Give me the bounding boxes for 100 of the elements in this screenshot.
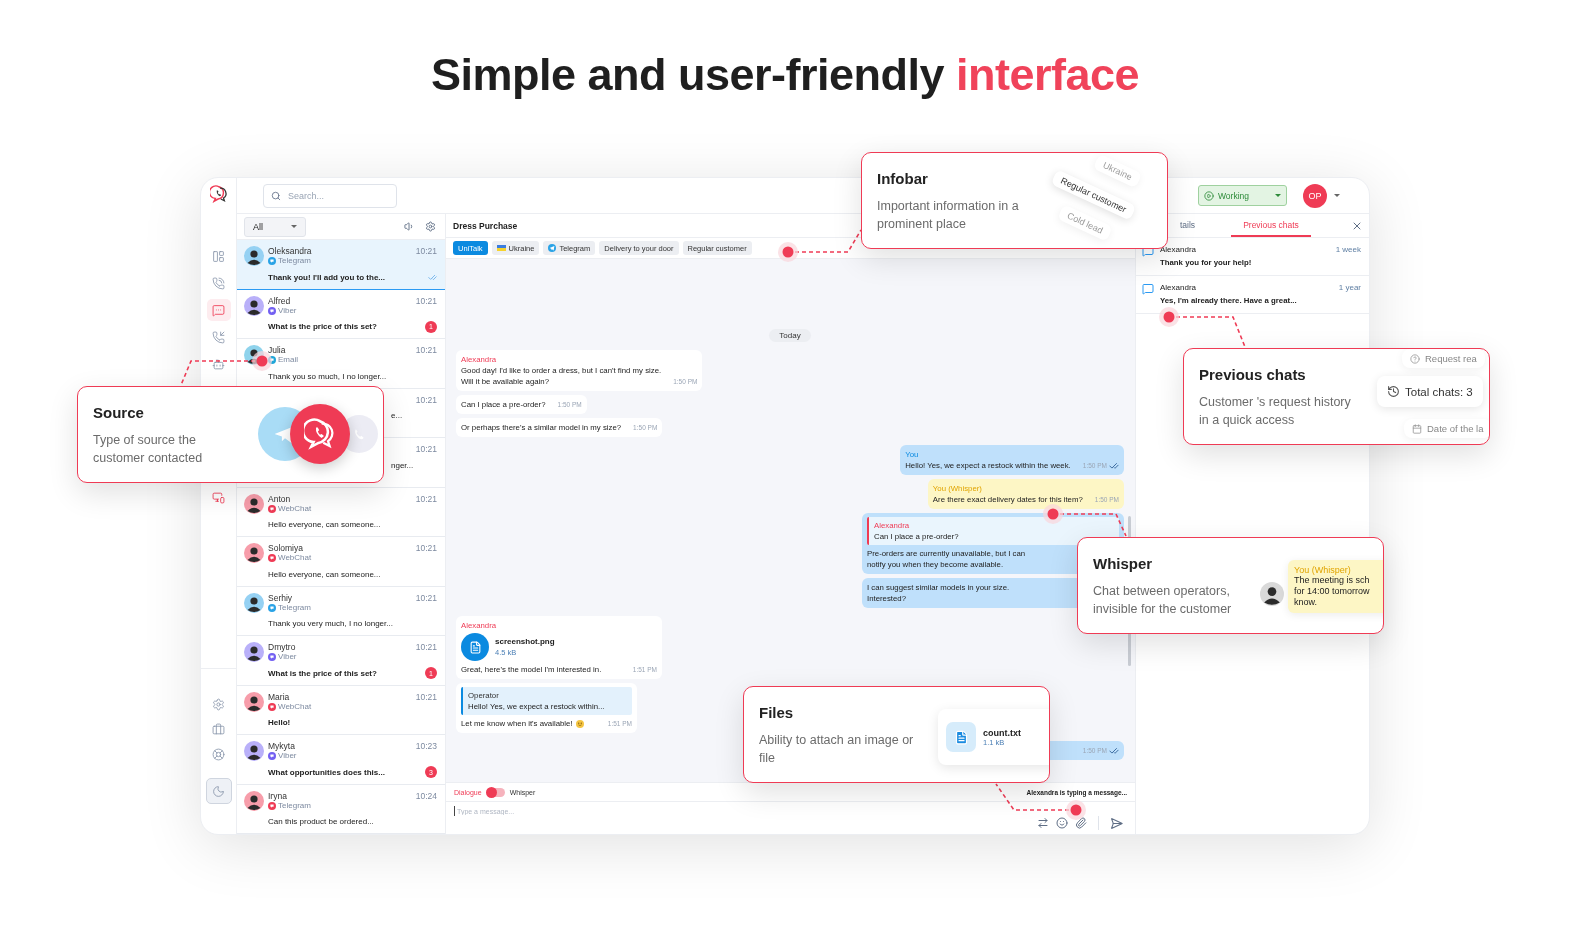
avatar (244, 592, 264, 613)
file-icon (946, 722, 976, 752)
avatar (244, 295, 264, 316)
pointer-dot (252, 351, 272, 371)
chat-time: 10:21 (415, 543, 437, 553)
chip-label: Date of the la (1427, 423, 1484, 434)
caret-icon (1275, 194, 1281, 197)
chat-time: 10:21 (415, 493, 437, 504)
avatar (244, 691, 264, 712)
pointer-dot (778, 242, 798, 262)
source-label: WebChat (278, 553, 312, 563)
mode-toggle[interactable] (486, 787, 505, 797)
chat-list-item[interactable]: Oleksandra Telegram 10:21 Thank you! I'll add you to the... (237, 240, 445, 290)
chat-preview: Thank you very much, I no longer... (268, 619, 393, 628)
chat-time: 10:21 (415, 444, 437, 454)
caret-icon (291, 225, 297, 228)
chat-time: 1 year (1338, 283, 1361, 292)
chat-title: Dress Purchase (453, 220, 518, 231)
callout-title: Infobar (877, 170, 928, 188)
contact-name: Dmytro (268, 642, 297, 652)
chat-preview: What is the price of this set? (268, 668, 377, 678)
panel-tab[interactable]: tails (1168, 214, 1208, 237)
chat-time: 1 week (1335, 245, 1361, 254)
chat-preview: Thank you! I'll add you to the... (268, 272, 385, 282)
history-icon (1387, 385, 1400, 398)
chip-label: Request rea (1425, 353, 1477, 364)
contact-name: Alfred (268, 295, 292, 306)
callout-description: Type of source the customer contacted (93, 432, 204, 467)
callout-title: Source (93, 404, 144, 422)
contact-name: Oleksandra (268, 246, 312, 256)
moon-icon[interactable] (205, 778, 232, 804)
chat-time: 10:21 (415, 642, 437, 652)
emoji-icon[interactable] (1056, 817, 1068, 829)
chat-preview: nger... (391, 460, 414, 470)
chat-time: 10:21 (415, 246, 437, 256)
calendar-icon (1412, 423, 1422, 434)
source-label: WebChat (278, 503, 312, 514)
status-dropdown[interactable]: Working (1198, 185, 1287, 206)
filter-dropdown[interactable]: All (244, 216, 306, 237)
contact-name: Maria (268, 691, 291, 702)
contact-name: Alexandra (1160, 245, 1197, 254)
callout-description: Important information in a prominent place (877, 198, 1020, 233)
source-label: Viber (278, 751, 297, 761)
chip-label: Total chats: 3 (1405, 385, 1473, 398)
chat-time: 10:21 (415, 394, 437, 405)
avatar (1260, 582, 1284, 606)
source-label: Telegram (278, 602, 311, 613)
paperclip-icon[interactable] (1075, 817, 1087, 829)
callout-title: Previous chats (1199, 366, 1306, 384)
source-label: Telegram (278, 800, 311, 811)
source-label: Viber (278, 652, 297, 662)
operator-avatar[interactable]: OP (1303, 183, 1327, 208)
avatar (244, 741, 264, 761)
chat-time: 10:21 (415, 345, 437, 355)
source-label: Email (278, 355, 298, 365)
search-field[interactable]: Search... (263, 183, 397, 208)
flag-icon (496, 245, 506, 251)
swap-icon[interactable] (1037, 817, 1049, 829)
chat-preview: Hello everyone, can someone... (268, 569, 381, 579)
contact-name: Serhiy (268, 592, 293, 603)
chat-preview: e... (391, 411, 403, 420)
file-name: screenshot.png (495, 636, 555, 647)
chat-icon[interactable] (206, 299, 231, 321)
help-icon (1410, 353, 1420, 364)
speaker-icon[interactable] (404, 221, 415, 232)
avatar (244, 543, 264, 563)
callout-title: Files (759, 704, 794, 722)
chat-time: 10:21 (415, 295, 437, 306)
logo-icon (304, 418, 336, 450)
contact-name: Iryna (268, 790, 288, 801)
pointer-dot (1066, 800, 1086, 820)
settings-icon[interactable] (425, 221, 436, 232)
chat-time: 10:24 (415, 790, 437, 801)
file-icon[interactable] (461, 633, 489, 661)
callout-title: Whisper (1093, 555, 1153, 573)
smiley-icon (575, 719, 584, 728)
chat-time: 10:23 (415, 741, 437, 751)
source-label: WebChat (278, 701, 312, 712)
chat-time: 10:21 (415, 592, 437, 603)
contact-name: Anton (268, 493, 292, 504)
chat-preview: What opportunities does this... (268, 767, 385, 777)
source-label: Telegram (278, 256, 311, 266)
search-icon (271, 190, 281, 201)
panel-tab[interactable]: Previous chats (1231, 214, 1311, 237)
callout-description: Chat between operators, invisible for the customer (1093, 583, 1233, 618)
avatar (244, 790, 264, 811)
send-icon[interactable] (1110, 816, 1123, 830)
page-heading: Simple and user-friendly interface (429, 48, 1141, 102)
callout-description: Ability to attach an image or file (759, 732, 915, 767)
message-text: The meeting is sch for 14:00 tomorrow know. (1294, 575, 1371, 608)
avatar (244, 642, 264, 662)
source-label: Viber (278, 305, 297, 316)
pointer-dot (1159, 307, 1179, 327)
chat-preview: Hello everyone, can someone... (268, 520, 381, 529)
chat-preview: Can this product be ordered... (268, 817, 374, 826)
play-icon (1204, 190, 1214, 201)
avatar (244, 493, 264, 514)
message-author: You (Whisper) (1294, 565, 1352, 575)
chat-time: 10:21 (415, 691, 437, 702)
contact-name: Mykyta (268, 741, 296, 751)
